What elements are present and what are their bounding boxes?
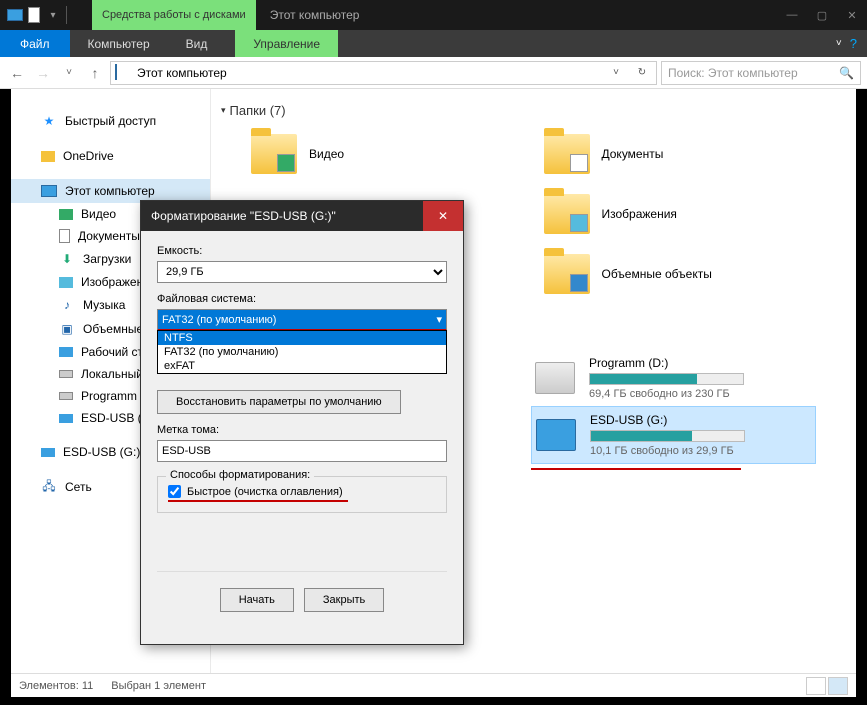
recent-dropdown[interactable]: ˅	[58, 62, 80, 84]
download-icon: ⬇	[59, 251, 75, 267]
divider	[66, 6, 88, 24]
selection-info: Выбран 1 элемент	[111, 680, 206, 692]
start-button[interactable]: Начать	[220, 588, 294, 612]
item-count: Элементов: 11	[19, 680, 93, 692]
capacity-bar	[590, 430, 745, 442]
usb-icon	[41, 448, 55, 457]
filesystem-options: NTFS FAT32 (по умолчанию) exFAT	[157, 330, 447, 374]
usb-drive-icon	[536, 419, 576, 451]
tab-computer[interactable]: Компьютер	[70, 30, 168, 57]
fs-option-fat32[interactable]: FAT32 (по умолчанию)	[158, 345, 446, 359]
folder-videos[interactable]: Видео	[251, 134, 524, 174]
folder-icon	[544, 134, 590, 174]
folder-documents[interactable]: Документы	[544, 134, 817, 174]
up-button[interactable]: ↑	[84, 62, 106, 84]
search-placeholder: Поиск: Этот компьютер	[668, 66, 798, 80]
quick-format-checkbox[interactable]: Быстрое (очистка оглавления)	[168, 485, 436, 498]
doc-icon	[59, 229, 70, 243]
close-dialog-button[interactable]: Закрыть	[304, 588, 384, 612]
tiles-view-icon[interactable]	[828, 677, 848, 695]
cube-icon: ▣	[59, 321, 75, 337]
music-icon: ♪	[59, 297, 75, 313]
help-icon[interactable]: ?	[850, 36, 857, 51]
video-icon	[59, 209, 73, 220]
folder-pictures[interactable]: Изображения	[544, 194, 817, 234]
volume-label-input[interactable]	[157, 440, 447, 462]
fs-option-ntfs[interactable]: NTFS	[158, 331, 446, 345]
details-view-icon[interactable]	[806, 677, 826, 695]
contextual-tab[interactable]: Средства работы с дисками	[92, 0, 256, 30]
address-path: Этот компьютер	[137, 66, 227, 80]
capacity-select[interactable]: 29,9 ГБ	[157, 261, 447, 283]
capacity-bar	[589, 373, 744, 385]
usb-icon	[59, 414, 73, 423]
search-input[interactable]: Поиск: Этот компьютер 🔍	[661, 61, 861, 85]
forward-button[interactable]: →	[32, 62, 54, 84]
back-button[interactable]: ←	[6, 62, 28, 84]
drive-esd-usb[interactable]: ESD-USB (G:) 10,1 ГБ свободно из 29,9 ГБ	[531, 406, 816, 464]
restore-defaults-button[interactable]: Восстановить параметры по умолчанию	[157, 390, 401, 414]
refresh-icon[interactable]: ↻	[632, 67, 652, 78]
search-icon[interactable]: 🔍	[839, 66, 854, 80]
dialog-footer: Начать Закрыть	[157, 571, 447, 630]
chevron-down-icon: ▾	[221, 105, 226, 116]
address-dropdown-icon[interactable]: ˅	[606, 67, 626, 78]
drive-programm-d[interactable]: Programm (D:) 69,4 ГБ свободно из 230 ГБ	[531, 350, 816, 406]
annotation-underline	[168, 500, 348, 502]
folder-icon	[41, 151, 55, 162]
filesystem-label: Файловая система:	[157, 293, 447, 305]
pc-icon	[4, 4, 26, 26]
pc-icon	[41, 183, 57, 199]
filesystem-select[interactable]: FAT32 (по умолчанию)▾	[157, 309, 447, 331]
network-icon: 🖧	[41, 479, 57, 495]
status-bar: Элементов: 11 Выбран 1 элемент	[11, 673, 856, 697]
folder-icon	[544, 254, 590, 294]
dialog-title-bar[interactable]: Форматирование "ESD-USB (G:)" ✕	[141, 201, 463, 231]
drive-icon	[535, 362, 575, 394]
desktop-icon	[59, 347, 73, 357]
folder-3d-objects[interactable]: Объемные объекты	[544, 254, 817, 294]
minimize-button[interactable]: —	[777, 0, 807, 30]
volume-label-caption: Метка тома:	[157, 424, 447, 436]
format-methods-group: Способы форматирования: Быстрое (очистка…	[157, 476, 447, 513]
close-button[interactable]: ✕	[423, 201, 463, 231]
capacity-label: Емкость:	[157, 245, 447, 257]
maximize-button[interactable]: ▢	[807, 0, 837, 30]
folder-icon	[251, 134, 297, 174]
chevron-down-icon[interactable]: ▾	[42, 4, 64, 26]
drive-icon	[59, 392, 73, 400]
folders-group-header[interactable]: ▾ Папки (7)	[221, 103, 846, 118]
doc-icon	[28, 7, 40, 23]
quick-access[interactable]: ★ Быстрый доступ	[11, 109, 210, 133]
folder-icon	[544, 194, 590, 234]
format-dialog: Форматирование "ESD-USB (G:)" ✕ Емкость:…	[140, 200, 464, 645]
file-menu[interactable]: Файл	[0, 30, 70, 57]
address-bar: ← → ˅ ↑ Этот компьютер ˅ ↻ Поиск: Этот к…	[0, 57, 867, 89]
chevron-down-icon: ▾	[436, 313, 442, 326]
window-title: Этот компьютер	[256, 0, 374, 30]
fs-option-exfat[interactable]: exFAT	[158, 359, 446, 373]
annotation-underline	[531, 468, 741, 470]
tab-view[interactable]: Вид	[168, 30, 226, 57]
star-icon: ★	[41, 113, 57, 129]
ribbon-expand-icon[interactable]: ˅	[836, 38, 842, 49]
drive-icon	[59, 370, 73, 378]
tab-manage[interactable]: Управление	[235, 30, 338, 57]
ribbon-bar: Файл Компьютер Вид Управление ˅ ?	[0, 30, 867, 57]
pc-icon	[115, 65, 131, 81]
close-button[interactable]: ✕	[837, 0, 867, 30]
picture-icon	[59, 277, 73, 288]
onedrive[interactable]: OneDrive	[11, 145, 210, 167]
address-field[interactable]: Этот компьютер ˅ ↻	[110, 61, 657, 85]
title-bar: ▾ Средства работы с дисками Этот компьют…	[0, 0, 867, 30]
